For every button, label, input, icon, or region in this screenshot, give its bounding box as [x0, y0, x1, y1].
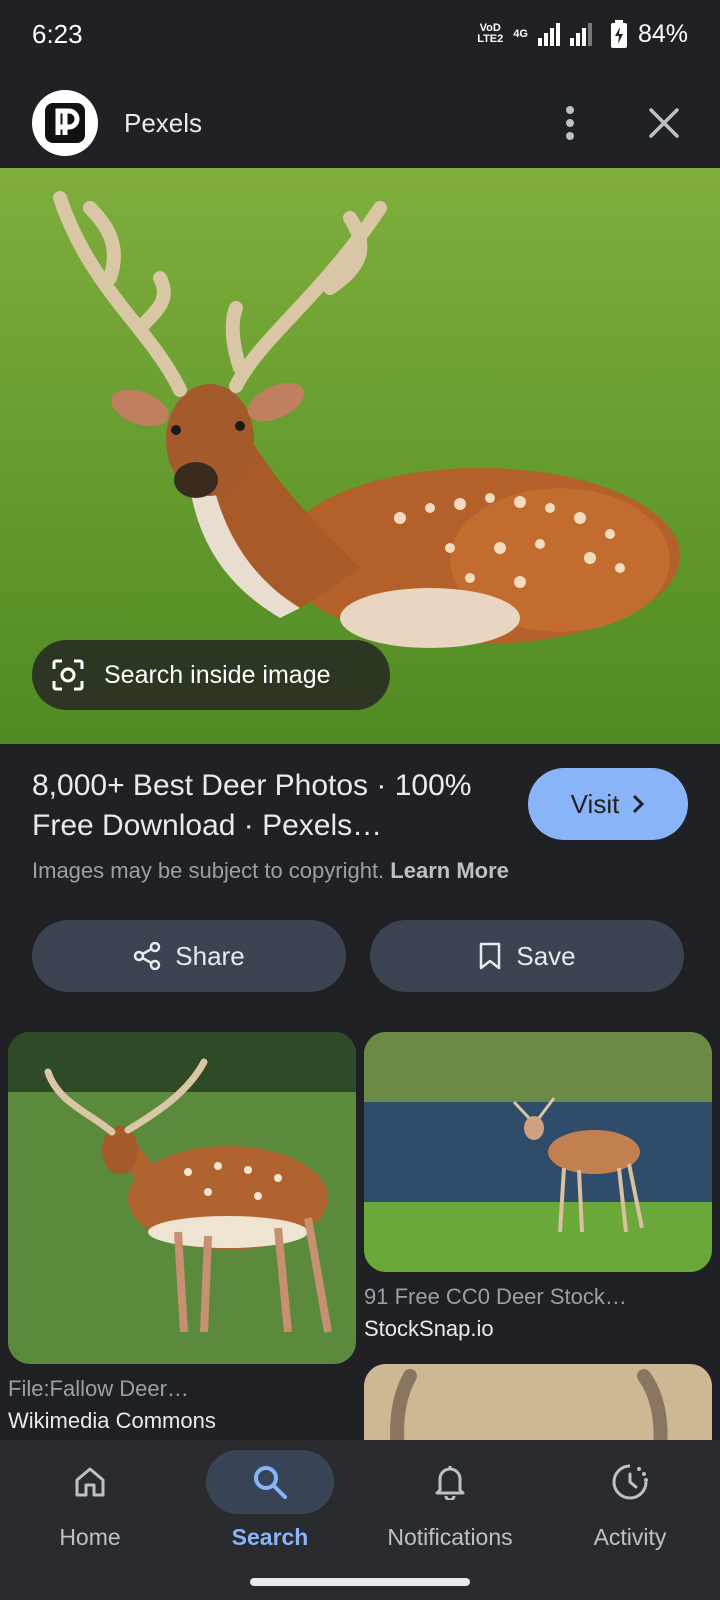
related-card[interactable]: 91 Free CC0 Deer Stock… StockSnap.io [364, 1032, 712, 1342]
deer-by-water-image [364, 1032, 712, 1272]
visit-label: Visit [570, 788, 620, 819]
more-vert-icon [566, 106, 574, 140]
deer-standing-image [8, 1032, 356, 1364]
share-button[interactable]: Share [32, 920, 346, 992]
header: Pexels [0, 78, 720, 168]
signal-icon [537, 23, 592, 46]
hero-image[interactable]: Search inside image [0, 168, 720, 744]
chevron-right-icon [633, 794, 645, 814]
nav-notifications[interactable]: Notifications [360, 1440, 540, 1600]
status-time: 6:23 [32, 18, 83, 49]
nav-notifications-label: Notifications [387, 1524, 513, 1550]
pexels-logo[interactable] [32, 90, 98, 156]
nav-home[interactable]: Home [0, 1440, 180, 1600]
related-source: Wikimedia Commons [8, 1408, 216, 1433]
share-label: Share [175, 940, 245, 971]
activity-history-icon [612, 1464, 648, 1500]
save-button[interactable]: Save [370, 920, 684, 992]
nav-activity-label: Activity [593, 1524, 667, 1550]
search-inside-label: Search inside image [104, 660, 331, 689]
close-button[interactable] [640, 99, 688, 147]
nav-search-label: Search [231, 1524, 309, 1550]
lens-icon [52, 659, 84, 691]
share-icon [134, 942, 161, 970]
save-label: Save [516, 940, 576, 971]
pexels-logo-icon [45, 103, 85, 143]
related-title: File:Fallow Deer… [8, 1376, 189, 1401]
bottom-navigation: Home Search Notifications Activity [0, 1440, 720, 1600]
related-thumbnail[interactable] [8, 1032, 356, 1364]
nav-search[interactable]: Search [180, 1440, 360, 1600]
learn-more-link[interactable]: Learn More [390, 858, 509, 883]
gesture-home-indicator[interactable] [250, 1578, 470, 1586]
related-card[interactable]: File:Fallow Deer… Wikimedia Commons [8, 1032, 356, 1434]
copyright-notice: Images may be subject to copyright. Lear… [32, 858, 509, 884]
bell-icon [435, 1466, 465, 1500]
status-icons: VoD LTE2 4G 84% [477, 20, 688, 49]
network-type: 4G [513, 27, 528, 40]
visit-button[interactable]: Visit [528, 768, 688, 840]
nav-home-label: Home [59, 1524, 121, 1550]
home-icon [75, 1467, 105, 1497]
volte-badge: VoD LTE2 [477, 22, 504, 45]
battery-percent: 84% [637, 19, 688, 48]
related-title: 91 Free CC0 Deer Stock… [364, 1284, 627, 1309]
copyright-text: Images may be subject to copyright. [32, 858, 385, 883]
status-bar: 6:23 VoD LTE2 4G 84% [0, 0, 720, 68]
battery-icon [610, 20, 627, 48]
result-title[interactable]: 8,000+ Best Deer Photos · 100% Free Down… [32, 766, 492, 846]
related-source: StockSnap.io [364, 1316, 494, 1341]
site-name: Pexels [124, 107, 203, 138]
close-icon [649, 108, 679, 138]
search-icon [254, 1466, 287, 1499]
bookmark-icon [480, 942, 501, 970]
nav-activity[interactable]: Activity [540, 1440, 720, 1600]
related-thumbnail[interactable] [364, 1032, 712, 1272]
more-options-button[interactable] [546, 99, 594, 147]
search-inside-image-button[interactable]: Search inside image [32, 640, 390, 710]
